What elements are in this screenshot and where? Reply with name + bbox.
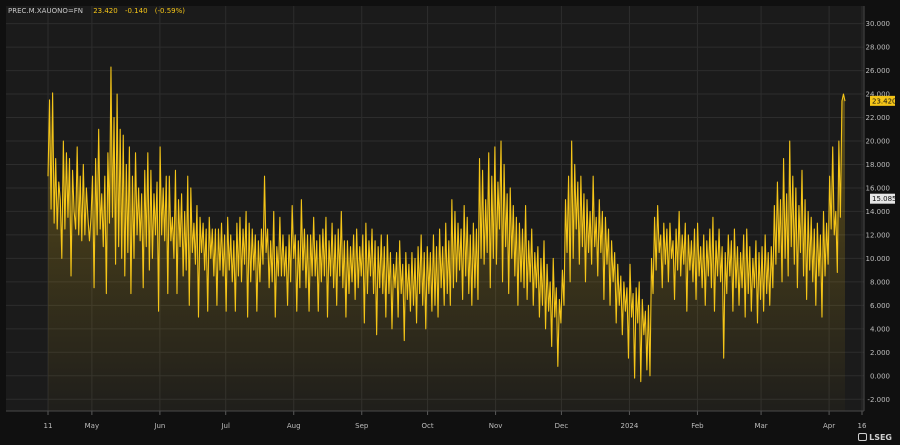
price-change-percent: (-0.59%): [154, 7, 185, 15]
reference-value-label: 15.085: [872, 195, 897, 203]
y-tick-label: 28.000: [866, 44, 891, 52]
last-price: 23.420: [93, 7, 118, 15]
y-tick-label: 10.000: [866, 255, 891, 263]
lseg-logo: LSEG: [858, 433, 892, 442]
x-tick-label: Oct: [422, 422, 434, 430]
y-tick-label: 8.000: [870, 278, 890, 286]
price-change: -0.140: [124, 7, 148, 15]
y-tick-label: 14.000: [866, 208, 891, 216]
y-tick-label: 6.000: [870, 302, 890, 310]
x-tick-label: 11: [44, 422, 53, 430]
lseg-logo-text: LSEG: [869, 433, 892, 442]
x-tick-label: Sep: [355, 422, 369, 430]
x-tick-label: Jun: [153, 422, 165, 430]
y-tick-label: 2.000: [870, 349, 890, 357]
y-tick-label: 18.000: [866, 161, 891, 169]
instrument-code[interactable]: PREC.M.XAUONO=FN: [8, 7, 83, 15]
y-tick-label: -2.000: [867, 396, 890, 404]
y-tick-label: 30.000: [866, 20, 891, 28]
x-tick-label: Feb: [691, 422, 704, 430]
x-tick-label: 16: [858, 422, 867, 430]
lseg-logo-icon: [858, 433, 868, 441]
y-tick-label: 22.000: [866, 114, 891, 122]
quote-header: PREC.M.XAUONO=FN 23.420 -0.140 (-0.59%): [8, 7, 190, 15]
x-tick-label: Mar: [754, 422, 767, 430]
y-tick-label: 20.000: [866, 138, 891, 146]
x-axis: 11 May Jun Jul Aug Sep Oct Nov Dec 2024 Feb Mar Apr 1…: [6, 410, 867, 430]
x-tick-label: 2024: [621, 422, 639, 430]
price-chart[interactable]: -2.000 0.000 2.000 4.000 6.000 8.000 10.000 12.…: [0, 0, 900, 445]
x-tick-label: Apr: [823, 422, 835, 430]
y-tick-label: 4.000: [870, 325, 890, 333]
x-tick-label: Aug: [287, 422, 301, 430]
last-value-label: 23.420: [872, 97, 897, 105]
x-tick-label: Jul: [220, 422, 230, 430]
y-tick-label: 12.000: [866, 231, 891, 239]
y-tick-label: 0.000: [870, 372, 890, 380]
x-tick-label: Nov: [489, 422, 503, 430]
x-tick-label: May: [85, 422, 99, 430]
y-axis: -2.000 0.000 2.000 4.000 6.000 8.000 10.000 12.…: [863, 6, 891, 411]
x-tick-label: Dec: [555, 422, 569, 430]
y-tick-label: 26.000: [866, 67, 891, 75]
chart-window: -2.000 0.000 2.000 4.000 6.000 8.000 10.000 12.…: [0, 0, 900, 445]
y-tick-label: 16.000: [866, 184, 891, 192]
